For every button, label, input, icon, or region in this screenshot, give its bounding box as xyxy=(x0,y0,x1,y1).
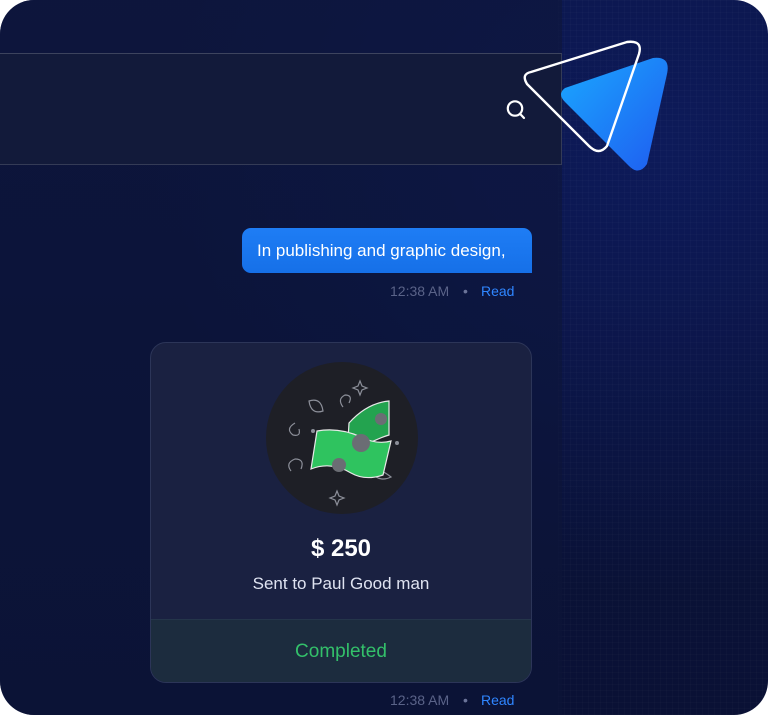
message-time: 12:38 AM xyxy=(390,283,450,299)
triangle-logo-icon xyxy=(523,40,668,171)
payment-recipient: Sent to Paul Good man xyxy=(252,574,430,593)
payment-card[interactable]: $ 250 Sent to Paul Good man Completed xyxy=(150,342,532,683)
payment-amount: $ 250 xyxy=(310,535,372,562)
app-canvas: In publishing and graphic design, 12:38 … xyxy=(0,0,768,715)
payment-meta: 12:38 AM • Read xyxy=(390,690,530,710)
payment-time: 12:38 AM xyxy=(390,692,450,708)
payment-status: Completed xyxy=(295,641,387,662)
chat-header xyxy=(0,53,562,165)
read-status: Read xyxy=(481,283,515,299)
payment-status-band: Completed xyxy=(151,619,531,682)
meta-separator: • xyxy=(463,283,468,299)
message-meta: 12:38 AM • Read xyxy=(390,281,530,301)
money-bills-icon xyxy=(266,362,418,514)
read-status: Read xyxy=(481,692,515,708)
meta-separator: • xyxy=(463,692,468,708)
message-bubble[interactable]: In publishing and graphic design, xyxy=(242,228,532,273)
